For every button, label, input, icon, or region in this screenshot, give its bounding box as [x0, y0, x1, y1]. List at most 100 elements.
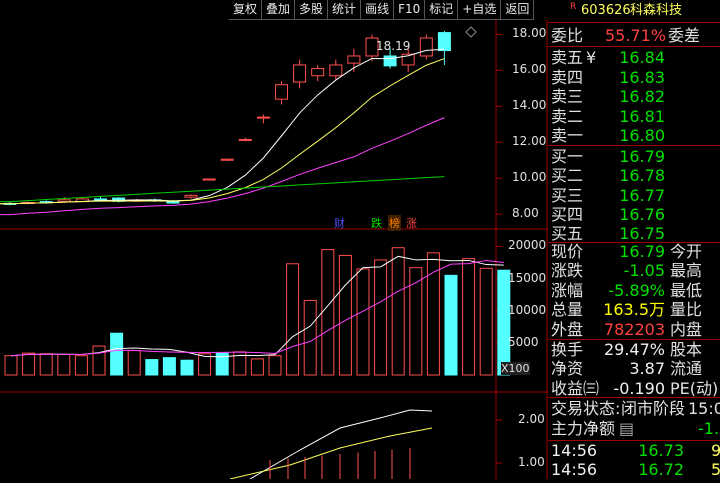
toolbar-button-8[interactable]: 返回 — [501, 0, 535, 20]
marker-die[interactable]: 跌 — [370, 215, 383, 231]
sell-price: 16.80 — [619, 126, 665, 145]
toolbar-button-7[interactable]: +自选 — [458, 0, 502, 20]
candle-body — [166, 201, 180, 204]
tick-row: 14:56 16.73 9 — [548, 441, 720, 460]
trade-state-row: 交易状态: 闭市阶段 15:00 — [548, 399, 720, 418]
quote-value: 163.5万 — [603, 300, 665, 320]
main-flow-icon[interactable]: ▤ — [619, 419, 634, 438]
indicator-axis-label: 1.00 — [518, 455, 545, 469]
price-ma-line — [0, 176, 445, 203]
candle-body — [238, 138, 252, 141]
candle-body — [383, 55, 397, 67]
quote-label: 涨跌 — [551, 261, 584, 281]
marker-bang[interactable]: 榜 — [388, 215, 401, 231]
volume-bar — [444, 274, 458, 376]
buy-row: 买四 16.76 — [548, 205, 720, 224]
quote-label-2: 最高 — [670, 261, 703, 281]
toolbar-button-5[interactable]: F10 — [394, 0, 426, 20]
high-price-label: 18.19 — [376, 39, 411, 53]
marker-zhang[interactable]: 涨 — [405, 215, 418, 231]
kline-chart-area[interactable]: 18.19 财 跌 榜 涨 X100 18.00 16.00 14.00 12.00 1… — [0, 20, 548, 480]
volume-unit-label: X100 — [501, 362, 530, 375]
candle-body — [256, 116, 270, 119]
volume-bar — [462, 258, 476, 376]
candle-body — [419, 37, 433, 57]
stats-value: -0.190 — [613, 378, 665, 398]
candle-body — [220, 158, 234, 161]
buy-row: 买二 16.78 — [548, 166, 720, 185]
volume-bar — [39, 353, 53, 376]
volume-bar — [497, 269, 511, 376]
candle-body — [347, 55, 361, 64]
stats-label-2: 股本 — [670, 340, 703, 359]
buy-price: 16.76 — [619, 204, 665, 224]
sell-row: 卖四 16.83 — [548, 68, 720, 87]
volume-bar — [409, 267, 423, 376]
volume-bar — [374, 259, 388, 376]
toolbar-button-6[interactable]: 标记 — [425, 0, 459, 20]
quote-label: 总量 — [551, 300, 584, 320]
volume-axis-label: 15000 — [508, 270, 547, 285]
sell-label: 卖二 — [551, 106, 584, 126]
buy-price: 16.78 — [619, 166, 665, 186]
sell-price: 16.84 — [619, 48, 665, 67]
toolbar-button-0[interactable]: 复权 — [229, 0, 263, 20]
kline-chart-svg[interactable] — [0, 20, 548, 480]
candle-body — [437, 32, 451, 52]
quote-row: 涨跌 -1.05 最高 — [548, 261, 720, 280]
price-axis-label: 10.00 — [512, 170, 547, 185]
divider — [548, 397, 720, 398]
tick-extra: 9 — [711, 441, 720, 460]
stats-row: 收益㈢ -0.190 PE(动) — [548, 379, 720, 398]
tick-row: 14:56 16.72 5 — [548, 460, 720, 479]
trade-state-value: 闭市阶段 — [621, 399, 686, 418]
quote-label: 现价 — [551, 242, 584, 261]
trade-state-label: 交易状态: — [551, 399, 621, 418]
marker-cai[interactable]: 财 — [333, 215, 346, 231]
buy-price: 16.79 — [619, 147, 665, 166]
quote-row: 现价 16.79 今开 — [548, 242, 720, 261]
volume-bar — [162, 357, 176, 376]
volume-bar — [268, 355, 282, 376]
stats-row: 净资 3.87 流通 — [548, 359, 720, 378]
toolbar-button-1[interactable]: 叠加 — [262, 0, 296, 20]
stats-label: 收益㈢ — [551, 378, 600, 398]
toolbar-button-3[interactable]: 统计 — [328, 0, 362, 20]
volume-bar — [57, 353, 71, 376]
stock-name: 科森科技 — [630, 3, 683, 18]
price-axis-label: 18.00 — [512, 26, 547, 41]
volume-bar — [145, 359, 159, 376]
stock-header: R 603626 科森科技 — [548, 0, 720, 22]
volume-bar — [250, 358, 264, 376]
candle-body — [329, 64, 343, 77]
stock-code: 603626 — [581, 3, 631, 18]
quote-label: 涨幅 — [551, 280, 584, 300]
stats-value: 3.87 — [629, 359, 665, 379]
candle-body — [311, 68, 325, 77]
sell-label: 卖四 — [551, 67, 584, 87]
price-ma-line — [0, 58, 445, 205]
quote-label-2: 量比 — [670, 300, 703, 320]
volume-bar — [338, 254, 352, 376]
tick-price: 16.72 — [638, 460, 684, 479]
candle-body — [94, 198, 107, 201]
stats-label: 净资 — [551, 359, 584, 379]
weibi-value: 55.71% — [604, 26, 666, 45]
buy-price: 16.77 — [619, 185, 665, 205]
volume-bar — [4, 355, 18, 376]
toolbar-button-4[interactable]: 画线 — [361, 0, 395, 20]
volume-axis-label: 10000 — [508, 302, 547, 317]
volume-bar — [92, 345, 106, 376]
volume-bar — [391, 247, 405, 376]
tick-price: 16.73 — [638, 441, 684, 460]
buy-label: 买一 — [551, 147, 584, 166]
buy-row: 买一 16.79 — [548, 147, 720, 166]
volume-bar — [286, 263, 300, 376]
price-axis-label: 8.00 — [512, 206, 539, 221]
sell-label: 卖三 — [551, 87, 584, 106]
main-flow-value: -1.0 — [698, 419, 720, 438]
sell-price: 16.82 — [619, 87, 665, 106]
toolbar-button-2[interactable]: 多股 — [295, 0, 329, 20]
quote-value: 16.79 — [619, 242, 665, 261]
indicator-axis-label: 2.00 — [518, 412, 545, 426]
